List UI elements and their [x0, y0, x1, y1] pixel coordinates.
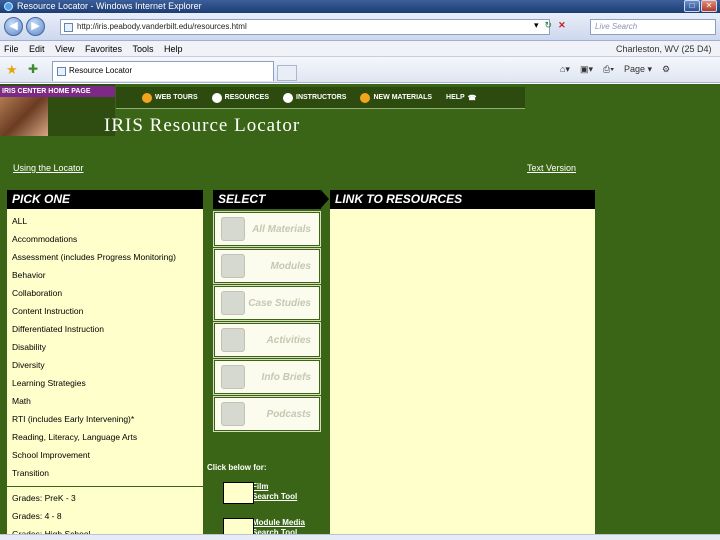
topic-item[interactable]: Behavior [12, 266, 203, 284]
status-bar [0, 534, 720, 540]
modules-icon [221, 254, 245, 278]
text-version-link[interactable]: Text Version [527, 163, 576, 173]
window-title: Resource Locator - Windows Internet Expl… [17, 1, 202, 11]
address-actions: ▾ ↻ ✕ [534, 20, 566, 31]
add-favorite-icon[interactable]: ✚ [28, 62, 38, 76]
nav-web-tours[interactable]: WEB TOURS [142, 92, 198, 103]
stop-icon[interactable]: ✕ [558, 20, 566, 31]
podcasts-button[interactable]: Podcasts [213, 396, 321, 432]
web-tours-icon [142, 92, 152, 103]
using-locator-link[interactable]: Using the Locator [13, 163, 84, 173]
address-toolbar: ◀ ▶ http://iris.peabody.vanderbilt.edu/r… [0, 13, 720, 41]
menu-help[interactable]: Help [160, 41, 187, 57]
close-window-button[interactable]: ✕ [701, 0, 717, 12]
topic-item[interactable]: Collaboration [12, 284, 203, 302]
all-materials-icon [221, 217, 245, 241]
case-studies-icon [221, 291, 245, 315]
home-page-label: IRIS CENTER HOME PAGE [0, 86, 115, 97]
film-icon [223, 482, 254, 504]
divider [7, 486, 203, 487]
activities-button[interactable]: Activities [213, 322, 321, 358]
click-below-label: Click below for: [207, 463, 267, 472]
podcasts-icon [221, 402, 245, 426]
students-photo [0, 97, 48, 136]
maximize-window-button[interactable]: □ [684, 0, 700, 12]
search-input[interactable]: Live Search [590, 19, 716, 35]
address-url: http://iris.peabody.vanderbilt.edu/resou… [77, 22, 247, 31]
window-titlebar: Resource Locator - Windows Internet Expl… [0, 0, 720, 13]
select-panel: SELECT All Materials Modules Case Studie… [207, 190, 329, 540]
grade-item[interactable]: Grades: 4 - 8 [12, 507, 203, 525]
info-briefs-icon [221, 365, 245, 389]
topic-item[interactable]: Diversity [12, 356, 203, 374]
new-materials-icon [360, 92, 371, 103]
feeds-icon[interactable]: ▣▾ [580, 64, 593, 75]
command-bar: ⌂▾ ▣▾ ⎙▾ Page ▾ ⚙ [560, 64, 670, 75]
select-header: SELECT [213, 190, 329, 209]
page-menu-button[interactable]: Page ▾ [624, 64, 652, 75]
topic-item[interactable]: Transition [12, 464, 203, 482]
iris-home-badge[interactable]: IRIS CENTER HOME PAGE [0, 84, 115, 136]
forward-button[interactable]: ▶ [26, 17, 45, 36]
pick-one-panel: PICK ONE ALL Accommodations Assessment (… [7, 190, 203, 540]
topic-item[interactable]: Differentiated Instruction [12, 320, 203, 338]
pick-one-header: PICK ONE [7, 190, 203, 209]
topic-item[interactable]: Learning Strategies [12, 374, 203, 392]
topic-item[interactable]: Math [12, 392, 203, 410]
tab-bar: ★ ✚ Resource Locator ⌂▾ ▣▾ ⎙▾ Page ▾ ⚙ [0, 57, 720, 83]
nav-instructors[interactable]: INSTRUCTORS [283, 92, 346, 103]
location-text: Charleston, WV (25 D4) [616, 44, 712, 54]
menu-favorites[interactable]: Favorites [81, 41, 126, 57]
site-nav: WEB TOURS RESOURCES INSTRUCTORS NEW MATE… [116, 87, 525, 109]
resources-icon [211, 92, 222, 103]
menu-edit[interactable]: Edit [25, 41, 49, 57]
grade-item[interactable]: Grades: PreK - 3 [12, 489, 203, 507]
link-to-resources-panel: LINK TO RESOURCES [330, 190, 595, 540]
topic-item[interactable]: Accommodations [12, 230, 203, 248]
dropdown-icon[interactable]: ▾ [534, 20, 539, 31]
tab-page-icon [57, 67, 66, 76]
topic-item[interactable]: School Improvement [12, 446, 203, 464]
modules-button[interactable]: Modules [213, 248, 321, 284]
back-button[interactable]: ◀ [4, 17, 23, 36]
web-page: IRIS CENTER HOME PAGE WEB TOURS RESOURCE… [0, 84, 720, 540]
nav-help[interactable]: HELP ☎ [446, 94, 476, 102]
topic-list: ALL Accommodations Assessment (includes … [7, 209, 203, 540]
favorites-star-icon[interactable]: ★ [6, 62, 18, 78]
instructors-icon [283, 92, 293, 103]
link-to-resources-header: LINK TO RESOURCES [330, 190, 595, 209]
menu-bar: File Edit View Favorites Tools Help Char… [0, 41, 720, 57]
menu-tools[interactable]: Tools [128, 41, 157, 57]
tools-gear-icon[interactable]: ⚙ [662, 64, 670, 75]
case-studies-button[interactable]: Case Studies [213, 285, 321, 321]
topic-item[interactable]: Disability [12, 338, 203, 356]
menu-view[interactable]: View [51, 41, 78, 57]
print-icon[interactable]: ⎙▾ [603, 64, 614, 75]
topic-item[interactable]: Reading, Literacy, Language Arts [12, 428, 203, 446]
tab-title: Resource Locator [69, 66, 133, 75]
home-icon[interactable]: ⌂▾ [560, 64, 570, 75]
address-input[interactable]: http://iris.peabody.vanderbilt.edu/resou… [60, 19, 550, 35]
ie-logo-icon [4, 2, 13, 11]
topic-item[interactable]: Assessment (includes Progress Monitoring… [12, 248, 203, 266]
nav-new-materials[interactable]: NEW MATERIALS [360, 92, 432, 103]
topic-item[interactable]: ALL [12, 212, 203, 230]
refresh-icon[interactable]: ↻ [545, 20, 553, 31]
film-search-tool-link[interactable]: Film Search Tool [223, 482, 297, 504]
all-materials-button[interactable]: All Materials [213, 211, 321, 247]
info-briefs-button[interactable]: Info Briefs [213, 359, 321, 395]
page-title: IRIS Resource Locator [104, 115, 301, 136]
page-icon [64, 23, 73, 32]
topic-item[interactable]: Content Instruction [12, 302, 203, 320]
menu-file[interactable]: File [0, 41, 23, 57]
activities-icon [221, 328, 245, 352]
topic-item[interactable]: RTI (includes Early Intervening)* [12, 410, 203, 428]
nav-resources[interactable]: RESOURCES [211, 92, 269, 103]
tab-resource-locator[interactable]: Resource Locator [52, 61, 274, 81]
new-tab-button[interactable] [277, 65, 297, 81]
help-icon: ☎ [467, 94, 477, 102]
